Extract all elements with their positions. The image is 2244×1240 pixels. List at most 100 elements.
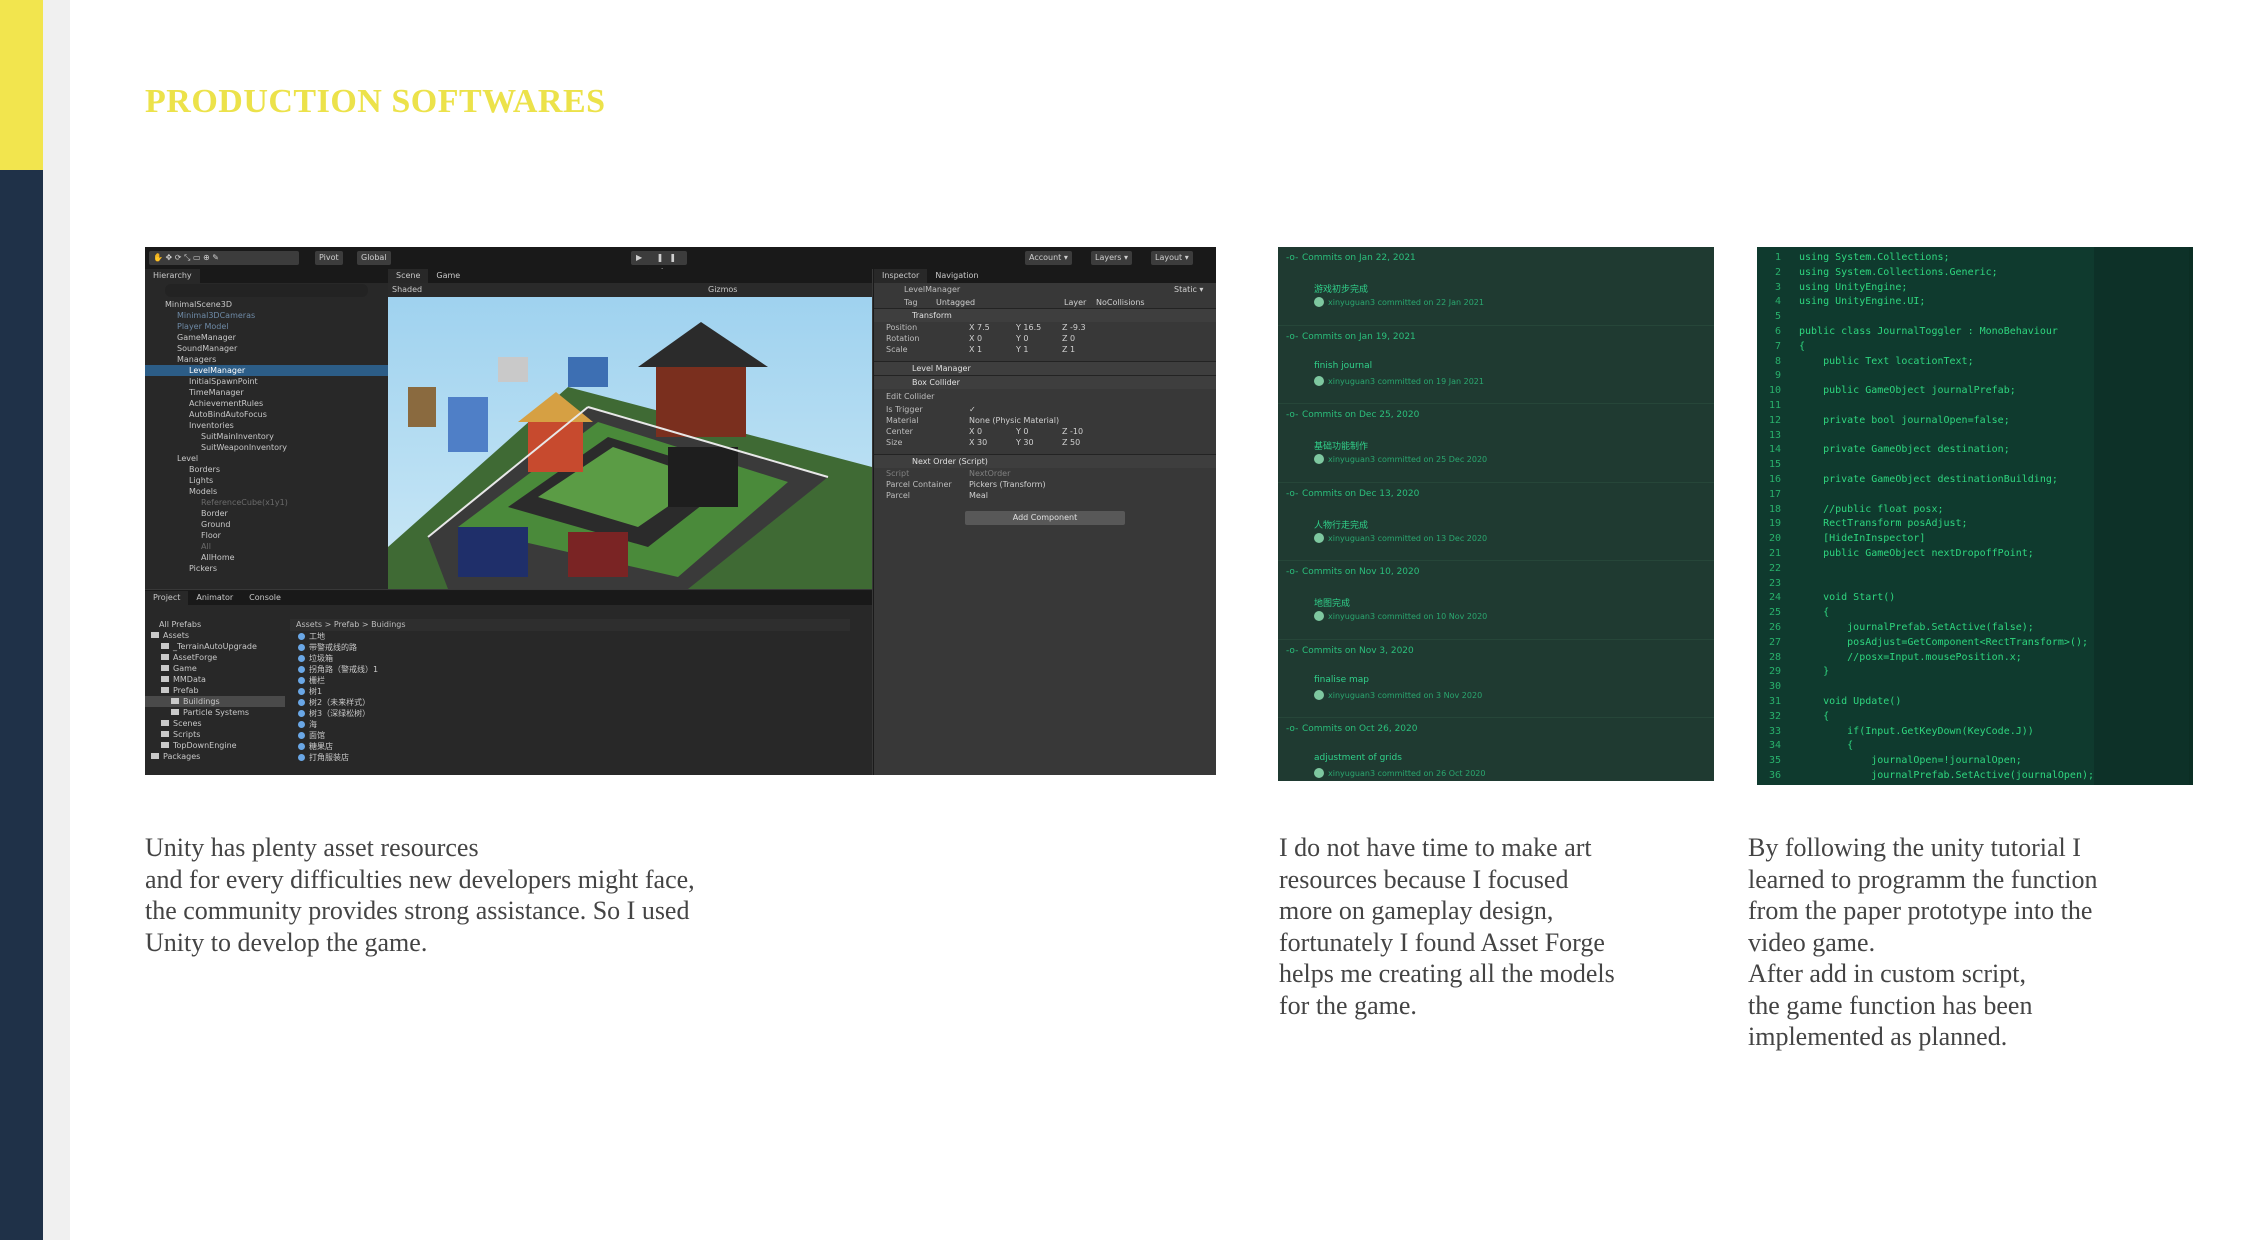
tab-hierarchy: Hierarchy <box>145 269 200 283</box>
code-text: private GameObject destination; <box>1799 444 2010 456</box>
code-line: 31 void Update() <box>1757 695 2189 710</box>
line-number: 28 <box>1768 651 1781 663</box>
commit-group: -o- Commits on Oct 26, 2020 adjustment o… <box>1278 718 1714 781</box>
line-number: 6 <box>1774 325 1781 337</box>
code-text: { <box>1799 340 1806 352</box>
center-y: Y 0 <box>1016 427 1029 436</box>
hierarchy-item: Pickers <box>189 564 217 573</box>
code-lines: 1 using System.Collections; 2 using System.… <box>1757 247 2189 784</box>
material-label: Material <box>886 416 919 425</box>
code-text: posAdjust=GetComponent<RectTransform>(); <box>1799 636 2088 648</box>
commit-node-icon: -o- <box>1286 331 1299 342</box>
position-y: Y 16.5 <box>1016 323 1042 332</box>
code-line: 8 public Text locationText; <box>1757 355 2189 370</box>
line-number: 1 <box>1774 252 1781 263</box>
commit-node-icon: -o- <box>1286 488 1299 499</box>
line-number: 18 <box>1768 503 1781 515</box>
commit-date: Commits on Oct 26, 2020 <box>1302 724 1418 734</box>
commit-message: adjustment of grids <box>1314 753 1402 763</box>
tree-item: _TerrainAutoUpgrade <box>173 642 257 651</box>
unity-editor-screenshot: ✋ ✥ ⟳ ⤡ ▭ ⊕ ✎ Pivot Global ▶ ❚❚ ▶| Accou… <box>145 247 1216 775</box>
unity-toolbar: ✋ ✥ ⟳ ⤡ ▭ ⊕ ✎ Pivot Global ▶ ❚❚ ▶| Accou… <box>145 247 1216 276</box>
prefab-icon <box>298 710 305 717</box>
gizmos-menu: Gizmos <box>708 285 738 294</box>
tree-item: Scenes <box>173 719 202 728</box>
level-manager-header: Level Manager <box>874 361 1216 375</box>
line-number: 31 <box>1768 695 1781 707</box>
folder-icon <box>161 676 169 682</box>
code-text: using UnityEngine.UI; <box>1799 296 1926 308</box>
line-number: 25 <box>1768 607 1781 619</box>
code-line: 10 public GameObject journalPrefab; <box>1757 384 2189 399</box>
commit-message: finish journal <box>1314 360 1373 371</box>
code-text: { <box>1799 710 1830 722</box>
hierarchy-item: TimeManager <box>189 388 244 397</box>
line-number: 7 <box>1774 340 1781 352</box>
code-text: journalPrefab.SetActive(false); <box>1799 621 2034 633</box>
tutorial-description: By following the unity tutorial I learne… <box>1748 833 2098 1051</box>
assetforge-description: I do not have time to make art resources… <box>1279 833 1615 1020</box>
position-x: X 7.5 <box>969 323 990 332</box>
code-text: if(Input.GetKeyDown(KeyCode.J)) <box>1799 725 2034 737</box>
avatar <box>1314 768 1324 778</box>
line-number: 10 <box>1768 385 1781 397</box>
hierarchy-item: Inventories <box>189 421 234 430</box>
line-number: 29 <box>1768 666 1781 678</box>
commit-author-text: xinyuguan3 committed on 13 Dec 2020 <box>1328 533 1488 543</box>
rotation-label: Rotation <box>886 334 920 343</box>
hierarchy-item: AutoBindAutoFocus <box>189 410 267 419</box>
avatar <box>1314 532 1324 543</box>
code-line: 25 { <box>1757 606 2189 621</box>
line-number: 9 <box>1774 370 1781 382</box>
code-line: 30 <box>1757 680 2189 695</box>
sidebar-accent <box>0 0 43 170</box>
hierarchy-item: GameManager <box>177 333 236 342</box>
shading-mode: Shaded <box>392 285 423 294</box>
code-line: 36 journalPrefab.SetActive(journalOpen); <box>1757 769 2189 784</box>
code-line: 23 <box>1757 577 2189 592</box>
line-number: 11 <box>1768 399 1781 411</box>
line-number: 20 <box>1768 533 1781 545</box>
inspector-panel: Inspector Navigation LevelManager Static… <box>873 269 1216 775</box>
code-text: public GameObject nextDropoffPoint; <box>1799 547 2034 559</box>
code-line: 15 <box>1757 458 2189 473</box>
folder-icon <box>161 720 169 726</box>
scene-toolbar: Shaded Gizmos <box>388 283 872 297</box>
scale-x: X 1 <box>969 345 983 354</box>
code-line: 24 void Start() <box>1757 591 2189 606</box>
size-x: X 30 <box>969 438 988 447</box>
line-number: 34 <box>1768 740 1781 752</box>
layout-dropdown: Layout ▾ <box>1151 251 1193 265</box>
commit-message: 游戏初步完成 <box>1314 285 1369 295</box>
code-line: 12 private bool journalOpen=false; <box>1757 414 2189 429</box>
parcel-container-label: Parcel Container <box>886 480 952 489</box>
code-text: using System.Collections.Generic; <box>1799 266 1998 278</box>
folder-icon <box>171 709 179 715</box>
code-text: using System.Collections; <box>1799 252 1950 263</box>
hierarchy-item: Lights <box>189 476 214 485</box>
hierarchy-item: MinimalScene3D <box>165 300 232 309</box>
prefab-icon <box>298 688 305 695</box>
line-number: 16 <box>1768 473 1781 485</box>
size-z: Z 50 <box>1062 438 1081 447</box>
scene-panel: Scene Game Shaded Gizmos <box>388 269 872 589</box>
code-line: 13 <box>1757 429 2189 444</box>
page-title: PRODUCTION SOFTWARES <box>145 83 606 120</box>
hierarchy-item: Floor <box>201 531 221 540</box>
code-line: 34 { <box>1757 739 2189 754</box>
line-number: 27 <box>1768 636 1781 648</box>
tag-label: Tag <box>904 298 918 307</box>
tab-inspector: Inspector <box>874 269 928 283</box>
folder-icon <box>161 687 169 693</box>
code-line: 26 journalPrefab.SetActive(false); <box>1757 621 2189 636</box>
line-number: 30 <box>1768 681 1781 693</box>
parcel-value: Meal <box>969 491 988 500</box>
prefab-icon <box>298 754 305 761</box>
tab-animator: Animator <box>196 593 234 602</box>
transform-header: Transform <box>874 308 1216 322</box>
center-x: X 0 <box>969 427 983 436</box>
code-line: 4 using UnityEngine.UI; <box>1757 295 2189 310</box>
prefab-item: 树2（未来样式） <box>309 698 371 707</box>
transform-tools: ✋ ✥ ⟳ ⤡ ▭ ⊕ ✎ <box>149 251 299 265</box>
line-number: 33 <box>1768 725 1781 737</box>
